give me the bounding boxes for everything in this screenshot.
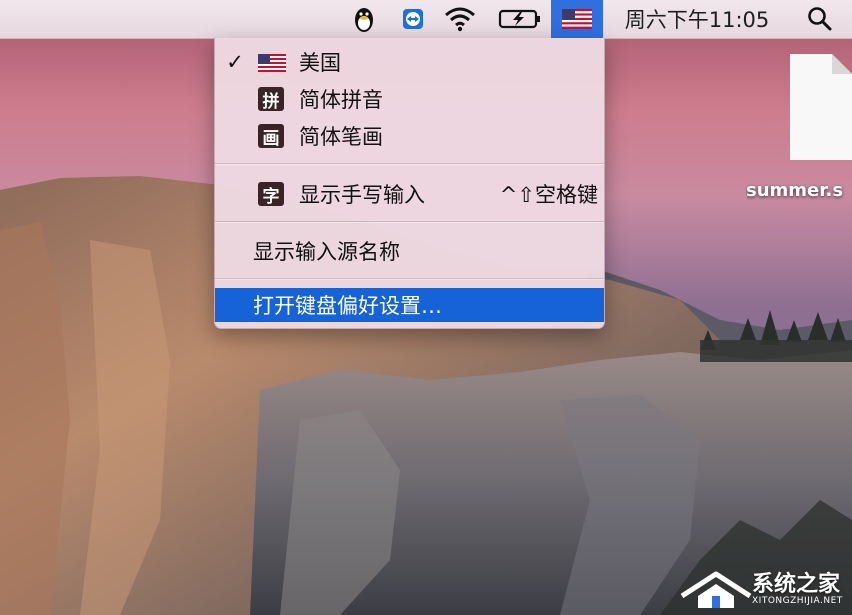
pinyin-icon: 拼 — [258, 87, 284, 112]
watermark-name: 系统之家 — [752, 572, 841, 597]
menu-item-label: 简体笔画 — [299, 125, 383, 149]
input-source-menu: ✓ 美国 拼 简体拼音 画 简体笔画 字 显示手写输入 ^⇧空格键 显示输入源名… — [214, 38, 605, 329]
desktop-file-label[interactable]: summer.s — [746, 180, 852, 201]
menubar-clock[interactable]: 周六下午11:05 — [612, 0, 782, 38]
qq-penguin-icon[interactable] — [346, 0, 382, 38]
menu-separator — [215, 163, 604, 165]
stroke-icon: 画 — [258, 124, 284, 149]
menu-item-label: 美国 — [299, 51, 341, 75]
desktop: 周六下午11:05 summer.s ✓ 美国 拼 简体拼音 画 简体笔画 字 … — [0, 0, 852, 615]
menu-item-open-keyboard-prefs[interactable]: 打开键盘偏好设置… — [215, 288, 604, 322]
input-source-menu-button[interactable] — [551, 0, 603, 38]
menu-item-us[interactable]: ✓ 美国 — [215, 44, 604, 80]
menu-item-label: 打开键盘偏好设置… — [253, 294, 442, 318]
menu-item-handwriting[interactable]: 字 显示手写输入 ^⇧空格键 — [215, 176, 604, 212]
us-flag-icon — [258, 53, 286, 72]
document-file-icon[interactable] — [788, 54, 852, 160]
wifi-icon[interactable] — [440, 0, 480, 38]
menu-item-show-source-name[interactable]: 显示输入源名称 — [215, 233, 604, 269]
menu-item-pinyin[interactable]: 拼 简体拼音 — [215, 81, 604, 117]
menu-item-stroke[interactable]: 画 简体笔画 — [215, 118, 604, 154]
teamviewer-icon[interactable] — [397, 0, 429, 38]
menu-item-label: 显示输入源名称 — [253, 240, 400, 264]
menu-separator — [215, 221, 604, 223]
battery-charging-icon[interactable] — [494, 0, 546, 38]
menu-bar: 周六下午11:05 — [0, 0, 852, 39]
keyboard-shortcut: ^⇧空格键 — [499, 183, 598, 207]
menu-item-label: 显示手写输入 — [299, 183, 425, 207]
us-flag-icon — [562, 9, 592, 29]
watermark-url: XITONGZHIJIA.NET — [752, 596, 843, 606]
spotlight-search-icon[interactable] — [798, 0, 842, 38]
menu-item-label: 简体拼音 — [299, 88, 383, 112]
checkmark-icon: ✓ — [226, 50, 244, 74]
menu-separator — [215, 278, 604, 280]
handwriting-icon: 字 — [258, 182, 284, 207]
